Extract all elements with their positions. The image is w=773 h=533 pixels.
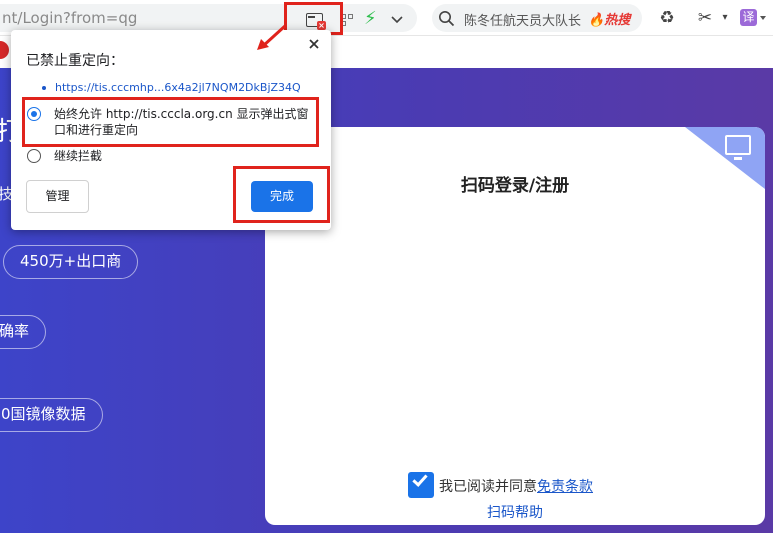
chevron-down-icon[interactable] xyxy=(389,12,405,28)
translate-icon[interactable]: 译 xyxy=(740,9,757,26)
search-box[interactable]: 陈冬任航天员大队长 🔥热搜 xyxy=(432,4,642,32)
close-icon[interactable] xyxy=(307,37,321,51)
stat-pill-accuracy: 确率 xyxy=(0,315,47,349)
agree-checkbox[interactable] xyxy=(408,471,434,498)
highlight-box-done-button xyxy=(233,166,330,223)
agree-text: 我已阅读并同意免责条款 xyxy=(439,476,593,496)
manage-button[interactable]: 管理 xyxy=(26,180,89,213)
option-keep-blocking-label[interactable]: 继续拦截 xyxy=(54,148,102,164)
stat-pill-exporters: 450万+出口商 xyxy=(3,245,139,279)
lightning-icon[interactable]: ⚡ xyxy=(364,8,377,29)
monitor-icon[interactable] xyxy=(725,135,751,160)
hot-search-badge[interactable]: 🔥热搜 xyxy=(588,9,630,28)
translate-dropdown-icon[interactable] xyxy=(760,16,766,20)
terms-link[interactable]: 免责条款 xyxy=(537,479,593,495)
blocked-url-link[interactable]: https://tis.cccmhp...6x4a2jl7NQM2DkBjZ34… xyxy=(55,81,301,94)
redirect-blocked-popup: 已禁止重定向： https://tis.cccmhp...6x4a2jl7NQM… xyxy=(11,30,331,230)
login-card: 扫码登录/注册 我已阅读并同意免责条款 扫码帮助 xyxy=(265,127,765,525)
login-title: 扫码登录/注册 xyxy=(460,176,570,196)
radio-keep-blocking[interactable] xyxy=(27,149,41,163)
popup-title: 已禁止重定向： xyxy=(26,53,124,69)
search-icon xyxy=(439,11,455,27)
agree-prefix: 我已阅读并同意 xyxy=(439,479,537,495)
highlight-box-allow-option xyxy=(22,97,319,147)
site-logo xyxy=(0,41,9,59)
scissors-dropdown-icon[interactable]: ▾ xyxy=(714,7,736,29)
scissors-icon[interactable]: ✂ xyxy=(694,7,716,29)
stat-pill-mirror-data: 0国镜像数据 xyxy=(0,398,103,432)
search-suggestion[interactable]: 陈冬任航天员大队长 xyxy=(464,10,582,29)
hot-search-label: 热搜 xyxy=(604,13,631,28)
annotation-arrow xyxy=(257,24,287,50)
bullet-icon xyxy=(42,86,46,90)
address-text[interactable]: nt/Login?from=qg xyxy=(2,9,137,27)
address-bar[interactable]: nt/Login?from=qg × ⚡ xyxy=(0,4,417,32)
recycle-icon[interactable]: ♻ xyxy=(656,7,678,29)
scan-help-link[interactable]: 扫码帮助 xyxy=(265,502,765,522)
